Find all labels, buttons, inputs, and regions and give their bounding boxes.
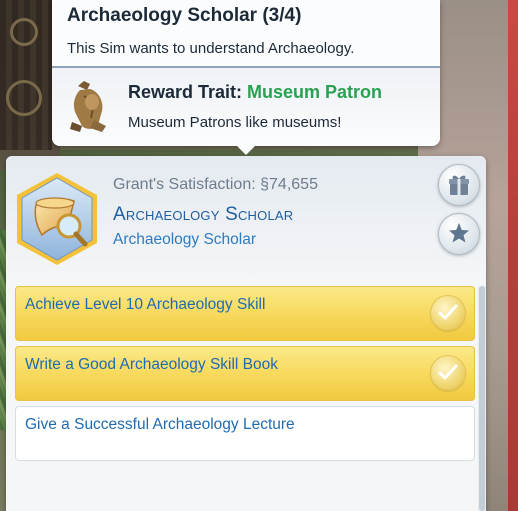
aspiration-tooltip: Archaeology Scholar (3/4) This Sim wants…	[52, 0, 440, 155]
goal-label: Achieve Level 10 Archaeology Skill	[25, 296, 266, 313]
reward-section: Reward Trait: Museum Patron Museum Patro…	[52, 68, 440, 146]
scrollbar-thumb[interactable]	[479, 286, 485, 511]
red-pillar	[508, 0, 518, 511]
reward-store-button[interactable]	[438, 164, 480, 206]
goal-item[interactable]: Give a Successful Archaeology Lecture	[15, 406, 475, 461]
goal-label: Write a Good Archaeology Skill Book	[25, 356, 279, 373]
tooltip-title: Archaeology Scholar (3/4)	[67, 5, 302, 26]
aspiration-panel: Grant's Satisfaction: §74,655 Archaeolog…	[6, 156, 486, 511]
tooltip-description: This Sim wants to understand Archaeology…	[67, 40, 355, 57]
horn-magnifier-icon[interactable]	[14, 171, 100, 267]
change-aspiration-button[interactable]	[438, 213, 480, 255]
reward-trait-name: Museum Patron	[247, 82, 383, 102]
goal-label: Give a Successful Archaeology Lecture	[25, 416, 295, 433]
satisfaction-points: Grant's Satisfaction: §74,655	[113, 176, 318, 194]
checkmark-icon	[431, 356, 465, 390]
goal-item[interactable]: Write a Good Archaeology Skill Book	[15, 346, 475, 401]
checkmark-icon	[431, 296, 465, 330]
reward-label: Reward Trait:	[128, 82, 248, 102]
reward-trait-line: Reward Trait: Museum Patron	[128, 82, 382, 103]
wall-ornament	[10, 18, 38, 46]
aspiration-subtitle: Archaeology Scholar	[113, 231, 257, 248]
satisfaction-label: Grant's Satisfaction:	[113, 176, 261, 193]
gift-icon	[449, 175, 469, 195]
wall-ornament	[6, 80, 42, 116]
satisfaction-value: 74,655	[269, 176, 318, 193]
star-burst-icon	[449, 223, 469, 243]
reward-trait-description: Museum Patrons like museums!	[128, 114, 342, 131]
goals-scrollbar[interactable]	[478, 286, 486, 511]
museum-patron-statue-icon	[70, 81, 106, 132]
simoleon-symbol: §	[260, 176, 270, 193]
aspiration-name: Archaeology Scholar	[113, 204, 294, 225]
goal-item[interactable]: Achieve Level 10 Archaeology Skill	[15, 286, 475, 341]
